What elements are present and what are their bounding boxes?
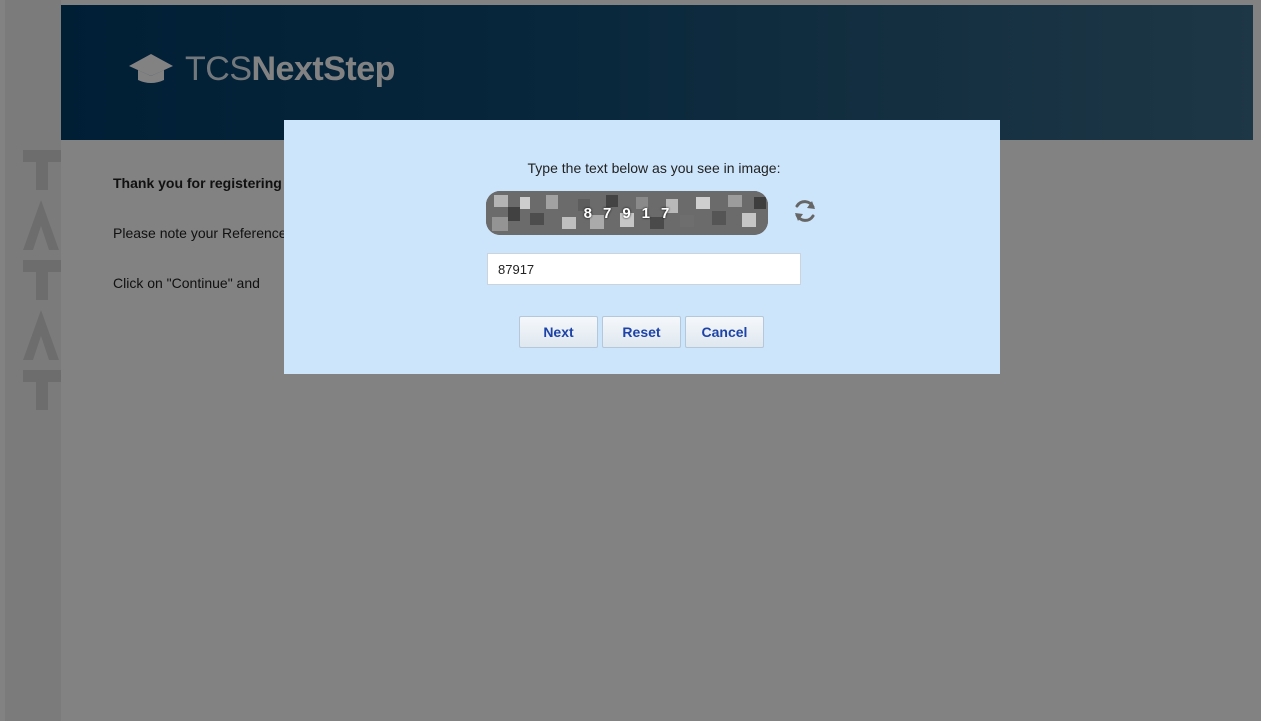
captcha-char: 1 [641,204,652,222]
captcha-char: 7 [602,204,613,222]
captcha-char: 7 [661,204,671,222]
captcha-characters: 8 7 9 1 7 [486,191,768,235]
captcha-image: 8 7 9 1 7 [486,191,768,235]
dialog-button-row: Next Reset Cancel [519,316,764,348]
next-button[interactable]: Next [519,316,598,348]
captcha-prompt: Type the text below as you see in image: [527,160,781,176]
refresh-captcha-button[interactable] [790,198,820,228]
captcha-char: 8 [583,204,593,222]
refresh-icon [792,198,818,229]
cancel-button[interactable]: Cancel [685,316,764,348]
captcha-char: 9 [622,204,632,222]
captcha-input[interactable] [487,253,801,285]
captcha-dialog: Type the text below as you see in image: [284,120,1000,374]
reset-button[interactable]: Reset [602,316,681,348]
